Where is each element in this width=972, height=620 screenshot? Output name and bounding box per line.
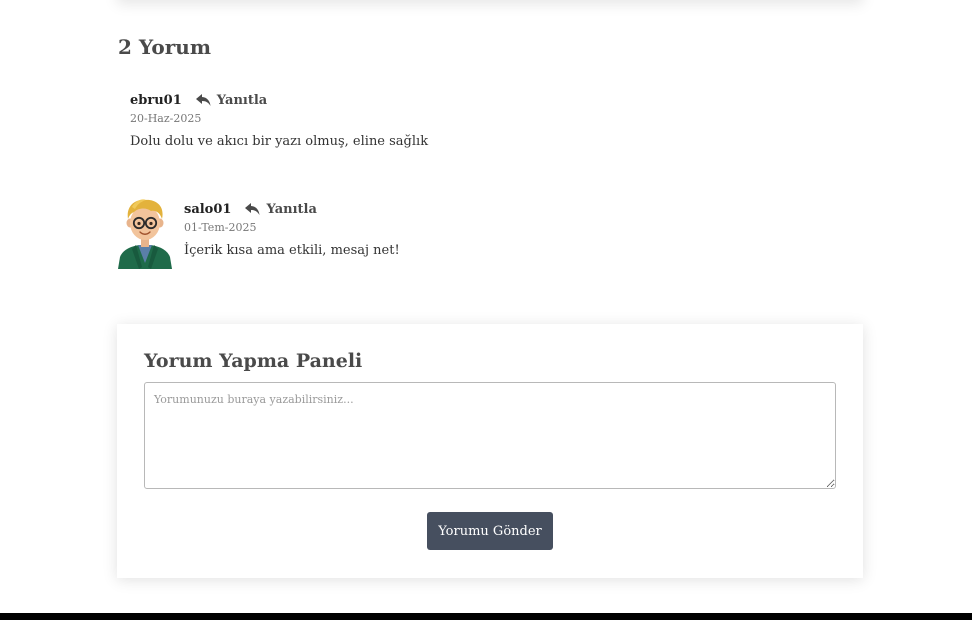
comment-header: salo01 Yanıtla (184, 199, 400, 219)
comment-date: 01-Tem-2025 (184, 221, 257, 234)
comment-header: ebru01 Yanıtla (130, 90, 428, 110)
comment-text: Dolu dolu ve akıcı bir yazı olmuş, eline… (130, 134, 429, 149)
comment-textarea[interactable] (144, 382, 836, 489)
comment-author: ebru01 (130, 92, 182, 108)
comment-form-title: Yorum Yapma Paneli (144, 350, 363, 372)
reply-button[interactable]: Yanıtla (245, 201, 317, 217)
avatar (118, 199, 172, 269)
submit-comment-button[interactable]: Yorumu Gönder (427, 512, 553, 550)
reply-button[interactable]: Yanıtla (195, 92, 268, 108)
comment-body: ebru01 Yanıtla 20-Haz-2025 Dolu dolu ve … (130, 90, 429, 150)
reply-arrow-icon (245, 203, 260, 215)
comment-text: İçerik kısa ama etkili, mesaj net! (184, 243, 400, 258)
footer-bar (0, 613, 972, 620)
reply-arrow-icon (195, 94, 211, 106)
reply-label: Yanıtla (266, 201, 317, 217)
reply-label: Yanıtla (216, 92, 268, 108)
comment-body: salo01 Yanıtla 01-Tem-2025 İçerik kısa a… (184, 199, 400, 259)
comment-form-panel: Yorum Yapma Paneli Yorumu Gönder (117, 324, 863, 578)
comment-date: 20-Haz-2025 (130, 112, 202, 125)
comment-author: salo01 (184, 201, 232, 217)
comments-count-heading: 2 Yorum (118, 35, 211, 59)
